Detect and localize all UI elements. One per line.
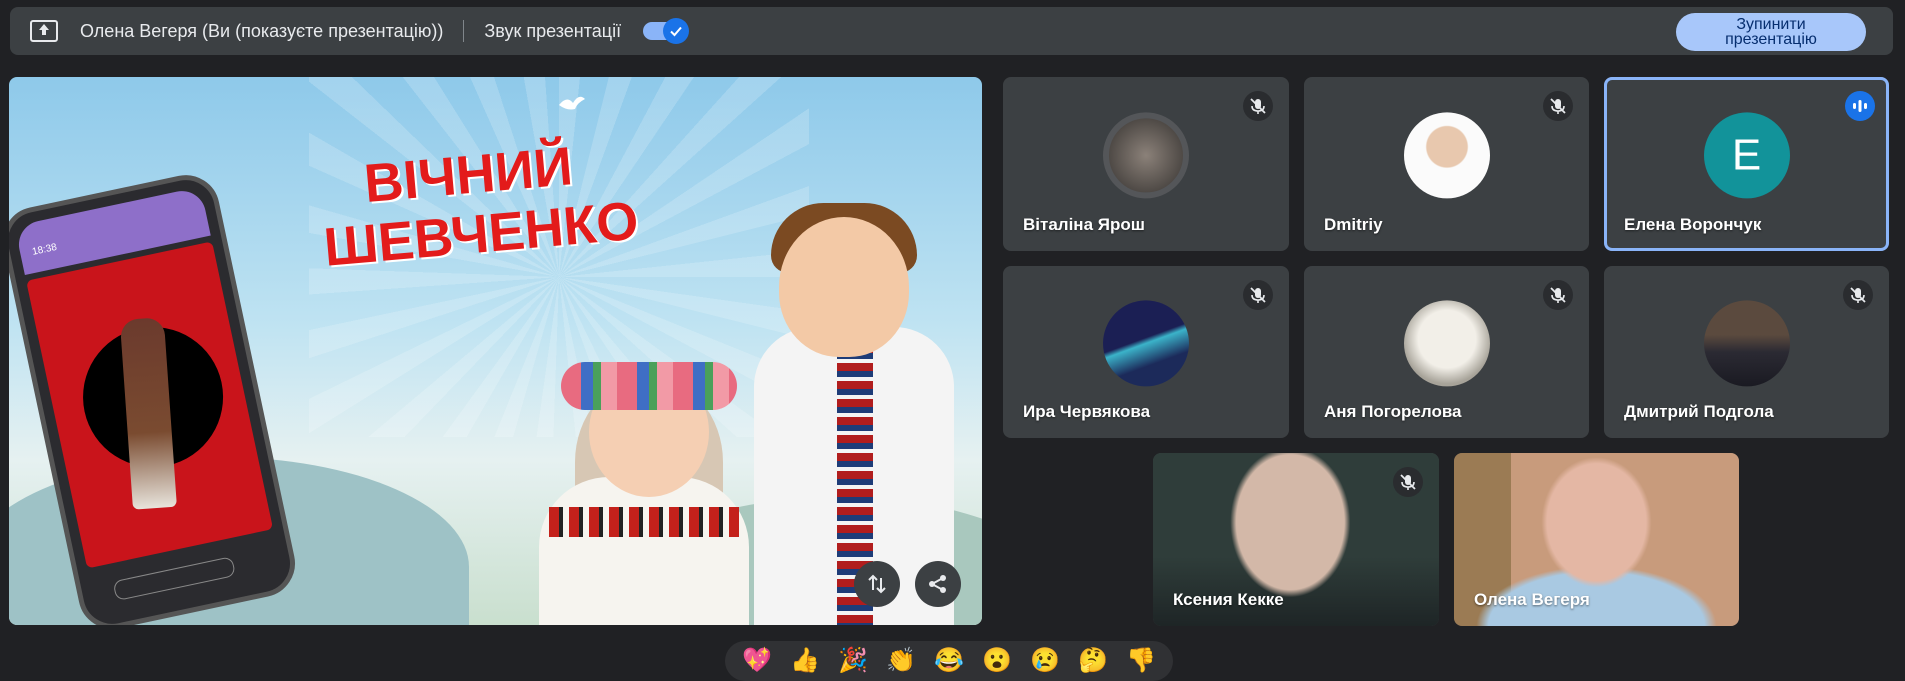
reaction-party-popper[interactable]: 🎉 (838, 649, 868, 673)
boy-face (779, 217, 909, 357)
participant-video-tile[interactable]: Олена Вегеря (1454, 453, 1739, 626)
speaking-indicator-icon (1845, 91, 1875, 121)
avatar (1103, 300, 1189, 387)
participant-name: Dmitriy (1324, 215, 1383, 234)
stop-presenting-button[interactable]: Зупинити презентацію (1676, 13, 1866, 51)
reactions-bar: 💖 👍 🎉 👏 😂 😮 😢 🤔 👎 (725, 641, 1173, 681)
reaction-crying[interactable]: 😢 (1030, 649, 1060, 673)
participant-tile[interactable]: Віталіна Ярош (1003, 77, 1289, 251)
avatar (1703, 300, 1790, 387)
participant-name: Віталіна Ярош (1023, 215, 1145, 234)
girl-shirt (539, 477, 749, 625)
swap-icon (868, 574, 886, 594)
participant-tile[interactable]: Аня Погорелова (1304, 266, 1589, 438)
presenter-name: Олена Вегеря (Ви (показуєте презентацію)… (80, 20, 444, 41)
participant-name: Елена Ворончук (1624, 215, 1762, 234)
presentation-slide: ВІЧНИЙ ШЕВЧЕНКО 18:38 (9, 77, 982, 625)
mic-off-icon (1543, 91, 1573, 121)
participant-name: Дмитрий Подгола (1624, 402, 1774, 421)
participant-name: Олена Вегеря (1474, 590, 1590, 609)
avatar (1403, 300, 1490, 387)
presentation-sound-toggle[interactable] (643, 18, 690, 44)
reaction-laughing[interactable]: 😂 (934, 649, 964, 673)
share-button[interactable] (915, 561, 961, 607)
share-icon (929, 575, 946, 593)
reaction-surprised[interactable]: 😮 (982, 649, 1012, 673)
participant-tile[interactable]: Дмитрий Подгола (1604, 266, 1889, 438)
girl-embroidery (549, 507, 739, 537)
check-icon (663, 18, 690, 44)
participant-video-tile[interactable]: Ксения Кекке (1153, 453, 1439, 626)
avatar (1103, 112, 1189, 199)
present-screen-icon (30, 20, 58, 42)
flower-wreath (561, 362, 737, 410)
mic-off-icon (1243, 280, 1273, 310)
mic-off-icon (1843, 280, 1873, 310)
presentation-sound-label: Звук презентації (484, 20, 622, 41)
phone-input-image (112, 556, 237, 602)
avatar (1403, 112, 1490, 199)
participant-name: Ира Червякова (1023, 402, 1151, 421)
avatar-letter: Е (1703, 112, 1790, 199)
mic-off-icon (1543, 280, 1573, 310)
mic-off-icon (1393, 467, 1423, 497)
participant-tile[interactable]: Ира Червякова (1003, 266, 1289, 438)
participant-name: Аня Погорелова (1324, 402, 1462, 421)
reaction-thumbs-down[interactable]: 👎 (1126, 649, 1156, 673)
reaction-thinking[interactable]: 🤔 (1078, 649, 1108, 673)
dove-image (559, 96, 585, 110)
divider (463, 20, 465, 42)
reaction-clapping[interactable]: 👏 (886, 649, 916, 673)
participant-tile-active[interactable]: Е Елена Ворончук (1604, 77, 1889, 251)
swap-view-button[interactable] (854, 561, 900, 607)
phone-screen (26, 241, 274, 569)
participant-tile[interactable]: Dmitriy (1304, 77, 1589, 251)
mic-off-icon (1243, 91, 1273, 121)
participant-name: Ксения Кекке (1173, 590, 1284, 609)
reaction-thumbs-up[interactable]: 👍 (790, 649, 820, 673)
presentation-bar: Олена Вегеря (Ви (показуєте презентацію)… (10, 7, 1893, 55)
reaction-sparkling-heart[interactable]: 💖 (742, 649, 772, 673)
